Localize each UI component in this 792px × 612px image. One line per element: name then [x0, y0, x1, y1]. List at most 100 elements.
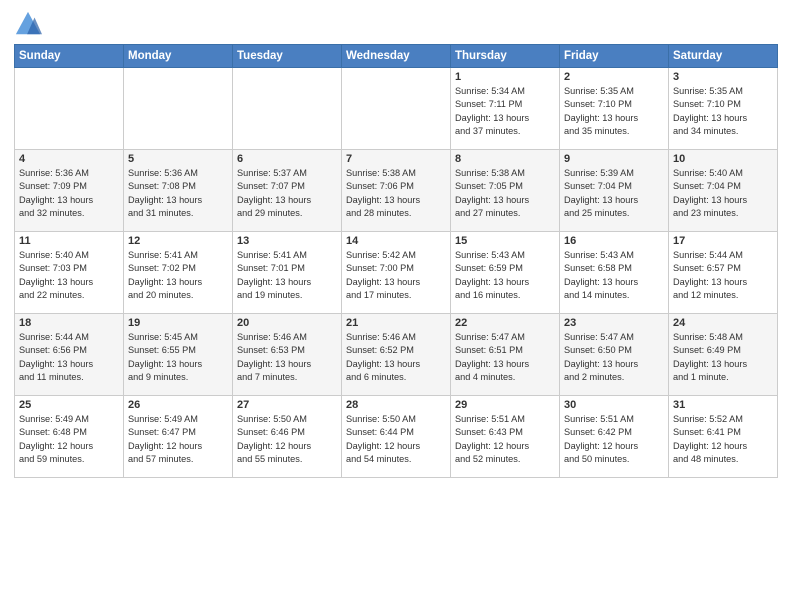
day-number: 28	[346, 399, 446, 411]
day-info: Sunrise: 5:36 AM Sunset: 7:09 PM Dayligh…	[19, 167, 119, 220]
day-number: 4	[19, 153, 119, 165]
calendar-cell: 28 Sunrise: 5:50 AM Sunset: 6:44 PM Dayli…	[342, 396, 451, 478]
day-info: Sunrise: 5:40 AM Sunset: 7:03 PM Dayligh…	[19, 249, 119, 302]
calendar-cell: 15Sunrise: 5:43 AM Sunset: 6:59 PM Dayli…	[451, 232, 560, 314]
calendar-cell: 1 Sunrise: 5:34 AM Sunset: 7:11 PM Daylig…	[451, 68, 560, 150]
calendar-cell: 27 Sunrise: 5:50 AM Sunset: 6:46 PM Dayli…	[233, 396, 342, 478]
calendar-cell: 31 Sunrise: 5:52 AM Sunset: 6:41 PM Dayli…	[669, 396, 778, 478]
day-info: Sunrise: 5:49 AM Sunset: 6:47 PM Dayligh…	[128, 413, 228, 466]
day-info: Sunrise: 5:50 AM Sunset: 6:46 PM Dayligh…	[237, 413, 337, 466]
calendar-cell: 18 Sunrise: 5:44 AM Sunset: 6:56 PM Dayli…	[15, 314, 124, 396]
day-number: 9	[564, 153, 664, 165]
day-info: Sunrise: 5:41 AM Sunset: 7:01 PM Dayligh…	[237, 249, 337, 302]
day-number: 1	[455, 71, 555, 83]
day-info: Sunrise: 5:37 AM Sunset: 7:07 PM Dayligh…	[237, 167, 337, 220]
day-number: 19	[128, 317, 228, 329]
day-number: 21	[346, 317, 446, 329]
header	[14, 10, 778, 38]
day-info: Sunrise: 5:36 AM Sunset: 7:08 PM Dayligh…	[128, 167, 228, 220]
day-number: 29	[455, 399, 555, 411]
day-info: Sunrise: 5:48 AM Sunset: 6:49 PM Dayligh…	[673, 331, 773, 384]
calendar-cell: 3 Sunrise: 5:35 AM Sunset: 7:10 PM Daylig…	[669, 68, 778, 150]
day-number: 18	[19, 317, 119, 329]
calendar-cell	[233, 68, 342, 150]
calendar-cell: 7 Sunrise: 5:38 AM Sunset: 7:06 PM Daylig…	[342, 150, 451, 232]
day-info: Sunrise: 5:49 AM Sunset: 6:48 PM Dayligh…	[19, 413, 119, 466]
day-number: 7	[346, 153, 446, 165]
day-number: 26	[128, 399, 228, 411]
calendar-cell: 8 Sunrise: 5:38 AM Sunset: 7:05 PM Daylig…	[451, 150, 560, 232]
calendar-cell: 6 Sunrise: 5:37 AM Sunset: 7:07 PM Daylig…	[233, 150, 342, 232]
day-number: 13	[237, 235, 337, 247]
calendar-cell: 30 Sunrise: 5:51 AM Sunset: 6:42 PM Dayli…	[560, 396, 669, 478]
day-number: 23	[564, 317, 664, 329]
day-number: 27	[237, 399, 337, 411]
calendar-cell: 5 Sunrise: 5:36 AM Sunset: 7:08 PM Daylig…	[124, 150, 233, 232]
calendar-cell	[342, 68, 451, 150]
day-info: Sunrise: 5:50 AM Sunset: 6:44 PM Dayligh…	[346, 413, 446, 466]
day-info: Sunrise: 5:47 AM Sunset: 6:51 PM Dayligh…	[455, 331, 555, 384]
calendar-cell: 9 Sunrise: 5:39 AM Sunset: 7:04 PM Daylig…	[560, 150, 669, 232]
calendar-cell: 17 Sunrise: 5:44 AM Sunset: 6:57 PM Dayli…	[669, 232, 778, 314]
day-info: Sunrise: 5:41 AM Sunset: 7:02 PM Dayligh…	[128, 249, 228, 302]
calendar-week-3: 11 Sunrise: 5:40 AM Sunset: 7:03 PM Dayli…	[15, 232, 778, 314]
calendar-cell	[15, 68, 124, 150]
day-info: Sunrise: 5:35 AM Sunset: 7:10 PM Dayligh…	[564, 85, 664, 138]
calendar-cell: 2 Sunrise: 5:35 AM Sunset: 7:10 PM Daylig…	[560, 68, 669, 150]
calendar-header-thursday: Thursday	[451, 45, 560, 68]
day-info: Sunrise: 5:38 AM Sunset: 7:06 PM Dayligh…	[346, 167, 446, 220]
calendar-week-1: 1 Sunrise: 5:34 AM Sunset: 7:11 PM Daylig…	[15, 68, 778, 150]
calendar-cell: 29 Sunrise: 5:51 AM Sunset: 6:43 PM Dayli…	[451, 396, 560, 478]
day-number: 14	[346, 235, 446, 247]
calendar-cell: 20Sunrise: 5:46 AM Sunset: 6:53 PM Dayli…	[233, 314, 342, 396]
calendar-week-4: 18 Sunrise: 5:44 AM Sunset: 6:56 PM Dayli…	[15, 314, 778, 396]
calendar-header-wednesday: Wednesday	[342, 45, 451, 68]
day-info: Sunrise: 5:46 AM Sunset: 6:52 PM Dayligh…	[346, 331, 446, 384]
calendar-cell: 4 Sunrise: 5:36 AM Sunset: 7:09 PM Daylig…	[15, 150, 124, 232]
day-number: 31	[673, 399, 773, 411]
day-info: Sunrise: 5:45 AM Sunset: 6:55 PM Dayligh…	[128, 331, 228, 384]
calendar-cell	[124, 68, 233, 150]
calendar-cell: 10Sunrise: 5:40 AM Sunset: 7:04 PM Dayli…	[669, 150, 778, 232]
day-info: Sunrise: 5:44 AM Sunset: 6:57 PM Dayligh…	[673, 249, 773, 302]
calendar-cell: 11 Sunrise: 5:40 AM Sunset: 7:03 PM Dayli…	[15, 232, 124, 314]
day-number: 17	[673, 235, 773, 247]
calendar-cell: 14 Sunrise: 5:42 AM Sunset: 7:00 PM Dayli…	[342, 232, 451, 314]
day-number: 30	[564, 399, 664, 411]
day-info: Sunrise: 5:35 AM Sunset: 7:10 PM Dayligh…	[673, 85, 773, 138]
logo	[14, 10, 46, 38]
day-number: 3	[673, 71, 773, 83]
calendar-cell: 25 Sunrise: 5:49 AM Sunset: 6:48 PM Dayli…	[15, 396, 124, 478]
day-info: Sunrise: 5:46 AM Sunset: 6:53 PM Dayligh…	[237, 331, 337, 384]
day-info: Sunrise: 5:51 AM Sunset: 6:42 PM Dayligh…	[564, 413, 664, 466]
day-number: 2	[564, 71, 664, 83]
calendar-cell: 12 Sunrise: 5:41 AM Sunset: 7:02 PM Dayli…	[124, 232, 233, 314]
day-info: Sunrise: 5:39 AM Sunset: 7:04 PM Dayligh…	[564, 167, 664, 220]
day-number: 22	[455, 317, 555, 329]
day-number: 16	[564, 235, 664, 247]
day-info: Sunrise: 5:43 AM Sunset: 6:58 PM Dayligh…	[564, 249, 664, 302]
day-info: Sunrise: 5:34 AM Sunset: 7:11 PM Dayligh…	[455, 85, 555, 138]
day-info: Sunrise: 5:52 AM Sunset: 6:41 PM Dayligh…	[673, 413, 773, 466]
calendar-table: SundayMondayTuesdayWednesdayThursdayFrid…	[14, 44, 778, 478]
day-info: Sunrise: 5:51 AM Sunset: 6:43 PM Dayligh…	[455, 413, 555, 466]
day-info: Sunrise: 5:42 AM Sunset: 7:00 PM Dayligh…	[346, 249, 446, 302]
calendar-header-sunday: Sunday	[15, 45, 124, 68]
day-info: Sunrise: 5:44 AM Sunset: 6:56 PM Dayligh…	[19, 331, 119, 384]
day-number: 5	[128, 153, 228, 165]
calendar-cell: 23Sunrise: 5:47 AM Sunset: 6:50 PM Dayli…	[560, 314, 669, 396]
day-info: Sunrise: 5:38 AM Sunset: 7:05 PM Dayligh…	[455, 167, 555, 220]
day-number: 10	[673, 153, 773, 165]
day-number: 6	[237, 153, 337, 165]
day-number: 8	[455, 153, 555, 165]
day-info: Sunrise: 5:43 AM Sunset: 6:59 PM Dayligh…	[455, 249, 555, 302]
day-number: 11	[19, 235, 119, 247]
day-number: 24	[673, 317, 773, 329]
calendar-week-2: 4 Sunrise: 5:36 AM Sunset: 7:09 PM Daylig…	[15, 150, 778, 232]
calendar-cell: 22 Sunrise: 5:47 AM Sunset: 6:51 PM Dayli…	[451, 314, 560, 396]
calendar-cell: 21 Sunrise: 5:46 AM Sunset: 6:52 PM Dayli…	[342, 314, 451, 396]
day-number: 25	[19, 399, 119, 411]
calendar-header-monday: Monday	[124, 45, 233, 68]
day-number: 12	[128, 235, 228, 247]
calendar-cell: 26 Sunrise: 5:49 AM Sunset: 6:47 PM Dayli…	[124, 396, 233, 478]
